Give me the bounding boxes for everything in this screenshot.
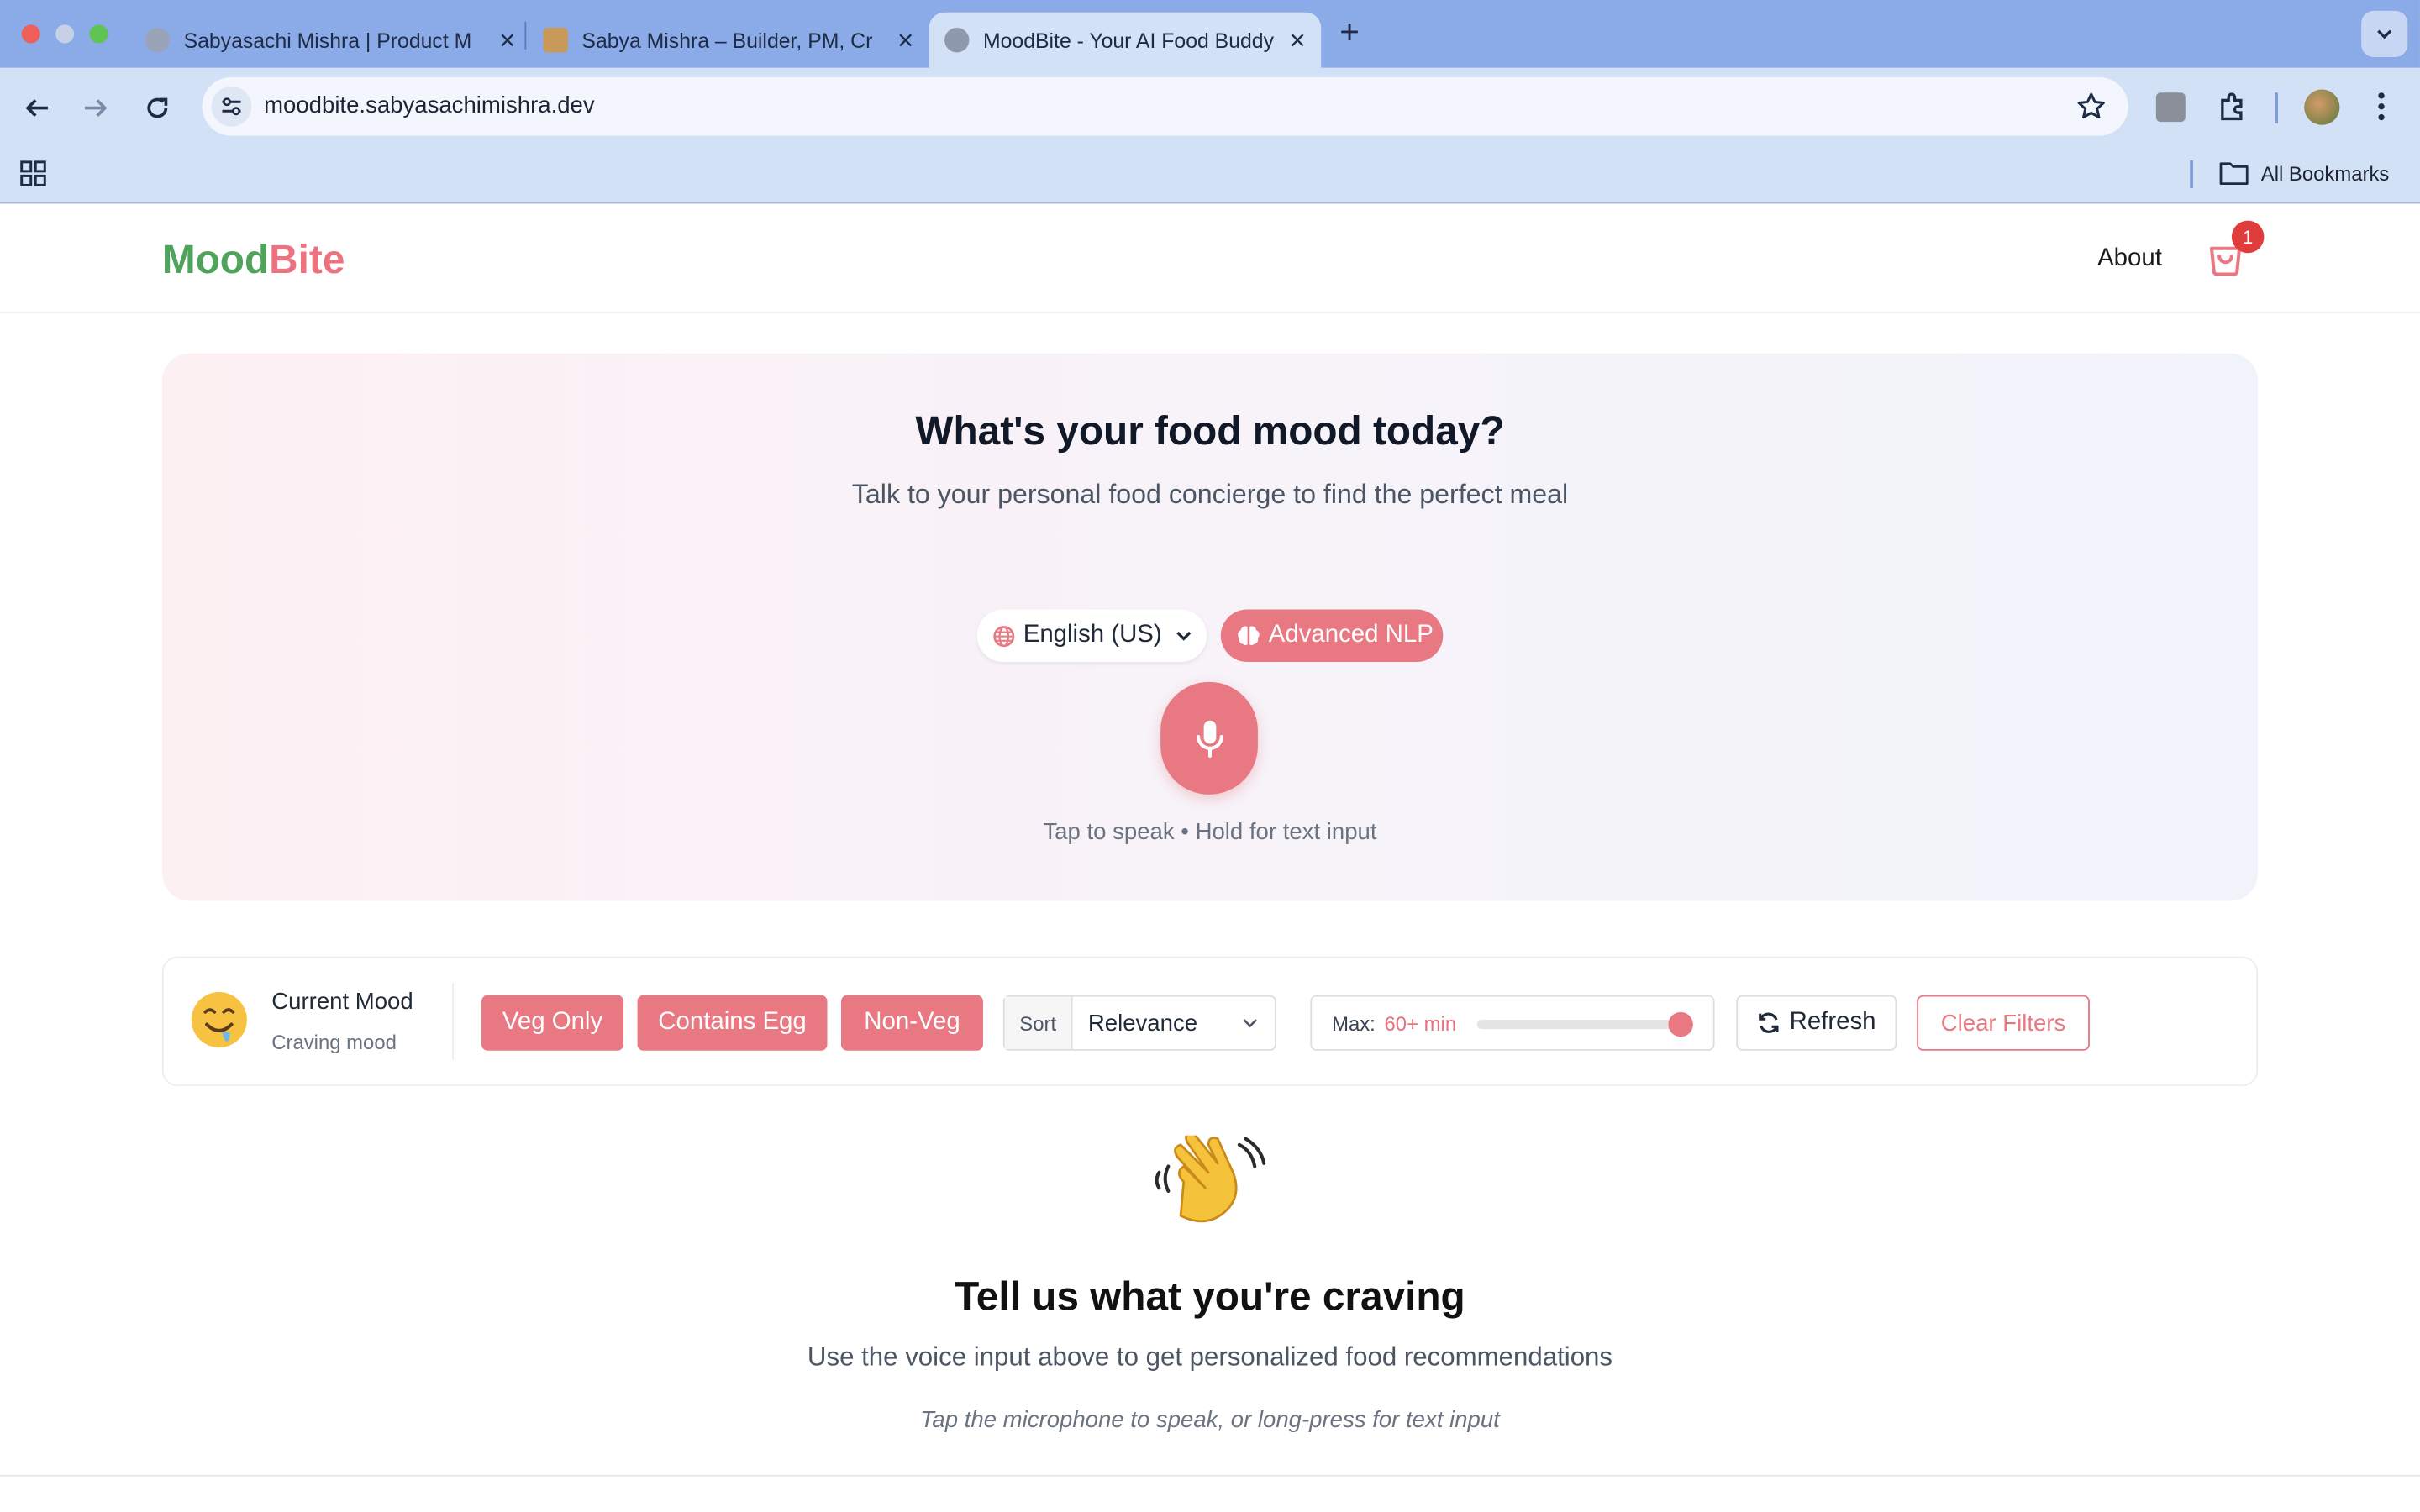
empty-state-subtitle: Use the voice input above to get persona…: [807, 1341, 1613, 1372]
sort-label: Sort: [1004, 996, 1073, 1049]
bookmark-star-icon[interactable]: [2075, 91, 2107, 129]
tab-search-button[interactable]: [2361, 10, 2408, 57]
arrow-right-icon: [85, 99, 108, 118]
mic-hint: Tap to speak • Hold for text input: [1043, 819, 1377, 846]
current-mood-value: Craving mood: [271, 1030, 397, 1054]
extensions-puzzle-icon[interactable]: [2217, 90, 2250, 132]
divider: [452, 982, 454, 1060]
window-minimize-button[interactable]: [55, 24, 75, 44]
refresh-label: Refresh: [1789, 1009, 1876, 1036]
all-bookmarks-label: All Bookmarks: [2260, 160, 2390, 185]
slider-thumb[interactable]: [1668, 1011, 1693, 1037]
nav-about-link[interactable]: About: [2097, 245, 2162, 273]
tab-divider: [524, 21, 527, 50]
toolbar-divider: [2275, 92, 2278, 123]
all-bookmarks-button[interactable]: All Bookmarks: [2219, 160, 2389, 185]
extension-icon[interactable]: [2155, 92, 2186, 123]
empty-state-title: Tell us what you're craving: [955, 1273, 1465, 1320]
globe-icon: [145, 28, 171, 53]
veg-only-chip[interactable]: Veg Only: [481, 995, 624, 1051]
arrow-left-icon: [25, 99, 48, 118]
address-bar[interactable]: moodbite.sabyasachimishra.dev: [202, 76, 2128, 136]
back-button[interactable]: [17, 88, 57, 129]
browser-tab-active[interactable]: MoodBite - Your AI Food Buddy ×: [929, 12, 1322, 68]
sort-select[interactable]: Sort Relevance: [1002, 995, 1276, 1051]
globe-icon: [944, 28, 970, 53]
browser-tab-strip: Sabyasachi Mishra | Product M × Sabya Mi…: [0, 0, 2420, 68]
empty-state-hint: Tap the microphone to speak, or long-pre…: [920, 1407, 1500, 1434]
max-time-label: Max:: [1332, 1011, 1376, 1036]
microphone-button[interactable]: [1160, 681, 1258, 795]
drooling-face-icon: [191, 991, 247, 1048]
chevron-down-icon: [2377, 29, 2392, 39]
browser-toolbar: moodbite.sabyasachimishra.dev All Bookma…: [0, 67, 2420, 204]
chevron-down-icon: [1243, 1019, 1257, 1028]
new-tab-button[interactable]: +: [1339, 13, 1360, 53]
window-close-button[interactable]: [21, 24, 40, 44]
browser-tab-2[interactable]: Sabya Mishra – Builder, PM, Cr ×: [543, 13, 913, 68]
browser-menu-icon[interactable]: [2370, 90, 2392, 132]
page: MoodBite About 1 What's your food mood t…: [0, 205, 2420, 1508]
language-select[interactable]: English (US): [976, 609, 1207, 662]
max-time-filter: Max: 60+ min: [1310, 995, 1715, 1051]
hero-title: What's your food mood today?: [915, 407, 1505, 454]
folder-icon: [2219, 162, 2249, 185]
url-text: moodbite.sabyasachimishra.dev: [264, 92, 595, 119]
site-header: MoodBite About 1: [0, 205, 2420, 313]
bookmarks-divider: [2190, 160, 2193, 189]
tab-title: Sabyasachi Mishra | Product M: [183, 28, 472, 52]
advanced-nlp-label: Advanced NLP: [1268, 622, 1434, 648]
site-settings-icon[interactable]: [211, 86, 252, 127]
apps-grid-icon[interactable]: [20, 160, 46, 194]
forward-button[interactable]: [76, 88, 116, 129]
chevron-down-icon: [1176, 631, 1191, 641]
close-tab-icon[interactable]: ×: [1290, 26, 1306, 54]
divider: [0, 1474, 2420, 1477]
hero-subtitle: Talk to your personal food concierge to …: [851, 478, 1569, 510]
logo[interactable]: MoodBite: [162, 236, 345, 284]
microphone-icon: [1196, 719, 1223, 758]
globe-icon: [993, 625, 1015, 647]
filter-bar: Current Mood Craving mood Veg Only Conta…: [161, 956, 2259, 1087]
contains-egg-chip[interactable]: Contains Egg: [637, 995, 828, 1051]
reload-icon: [147, 97, 168, 118]
current-mood-label: Current Mood: [271, 989, 413, 1016]
brain-icon: [1238, 626, 1260, 645]
clear-filters-button[interactable]: Clear Filters: [1917, 995, 2090, 1051]
max-time-slider[interactable]: [1476, 1011, 1693, 1037]
tab-title: Sabya Mishra – Builder, PM, Cr: [581, 28, 873, 52]
close-tab-icon[interactable]: ×: [499, 26, 515, 54]
tab-title: MoodBite - Your AI Food Buddy: [982, 28, 1274, 52]
non-veg-chip[interactable]: Non-Veg: [841, 995, 983, 1051]
cart-count-badge: 1: [2231, 220, 2265, 254]
advanced-nlp-button[interactable]: Advanced NLP: [1220, 609, 1444, 662]
waving-hand-icon: [1155, 1135, 1266, 1223]
hero-card: What's your food mood today? Talk to you…: [161, 353, 2259, 901]
window-maximize-button[interactable]: [89, 24, 108, 44]
refresh-icon: [1760, 1012, 1780, 1033]
max-time-value: 60+ min: [1384, 1011, 1457, 1036]
refresh-button[interactable]: Refresh: [1736, 995, 1897, 1051]
profile-avatar[interactable]: [2304, 89, 2340, 125]
sort-value: Relevance: [1087, 1010, 1198, 1037]
avatar-icon: [543, 28, 568, 53]
reload-button[interactable]: [137, 88, 177, 129]
language-value: English (US): [1023, 622, 1162, 648]
browser-tab-1[interactable]: Sabyasachi Mishra | Product M ×: [145, 13, 516, 68]
close-tab-icon[interactable]: ×: [897, 26, 913, 54]
